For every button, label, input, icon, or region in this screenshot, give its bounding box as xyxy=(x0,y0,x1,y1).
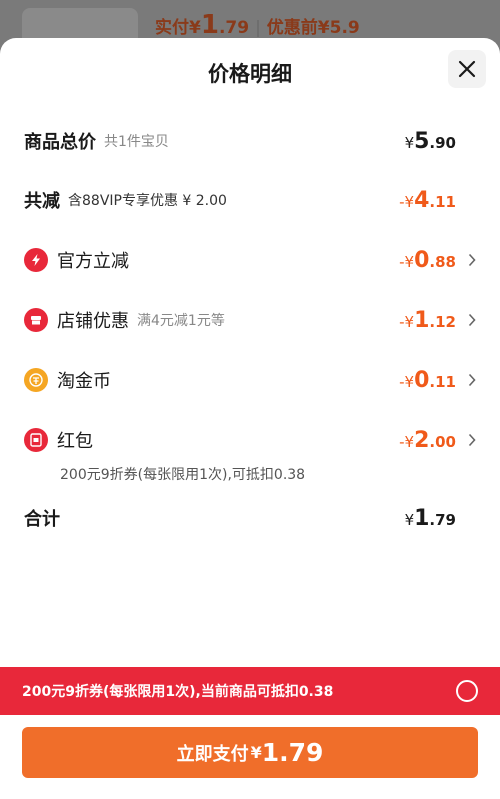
pay-now-button[interactable]: 立即支付 ¥ 1.79 xyxy=(22,727,478,778)
currency-symbol: -¥ xyxy=(399,252,415,271)
sum-row: 合计 ¥1.79 xyxy=(24,503,476,533)
store-icon xyxy=(24,308,48,332)
official-discount-amount: -¥ 0.88 xyxy=(399,248,456,273)
amount-decimal: .00 xyxy=(429,432,456,451)
amount-integer: 1 xyxy=(414,307,430,333)
currency-symbol: -¥ xyxy=(399,432,415,451)
official-discount-row[interactable]: 官方立减 -¥ 0.88 xyxy=(24,245,476,275)
taojinbi-label: 淘金币 xyxy=(57,371,111,392)
amount-decimal: .90 xyxy=(429,133,456,152)
price-detail-sheet: 价格明细 商品总价 共1件宝贝 ¥5.90 共减 含88VIP专享优惠 ¥ 2.… xyxy=(0,38,500,799)
coupon-bar[interactable]: 200元9折券(每张限用1次),当前商品可抵扣0.38 xyxy=(0,667,500,715)
store-discount-amount: -¥ 1.12 xyxy=(399,308,456,333)
store-discount-label: 店铺优惠 xyxy=(57,311,129,332)
coin-icon xyxy=(24,368,48,392)
official-discount-label: 官方立减 xyxy=(57,251,129,272)
sheet-title: 价格明细 xyxy=(208,62,292,86)
before-discount-label: 优惠前 xyxy=(266,18,318,38)
currency-symbol: -¥ xyxy=(399,192,415,211)
currency-symbol: ¥ xyxy=(404,510,415,529)
currency-symbol: ¥ xyxy=(250,743,262,762)
chevron-right-icon xyxy=(458,433,476,447)
chevron-right-icon xyxy=(458,253,476,267)
lightning-icon xyxy=(24,248,48,272)
paid-integer: 1 xyxy=(200,10,219,40)
amount-decimal: .11 xyxy=(429,372,456,391)
vip-discount-note: 含88VIP专享优惠 ¥ 2.00 xyxy=(68,193,227,209)
paid-decimal: .79 xyxy=(218,18,250,38)
amount-integer: 5 xyxy=(414,128,430,154)
amount-integer: 1 xyxy=(414,505,430,531)
total-price-label: 商品总价 xyxy=(24,132,96,153)
sum-amount: ¥1.79 xyxy=(405,506,456,531)
coupon-radio[interactable] xyxy=(456,680,478,702)
price-summary: 实付¥1.79 | 优惠前¥5.9 xyxy=(155,10,360,40)
amount-integer: 0 xyxy=(414,247,430,273)
total-reduction-row: 共减 含88VIP专享优惠 ¥ 2.00 -¥ 4.11 xyxy=(24,185,476,215)
pay-amount: 1.79 xyxy=(261,738,324,767)
summary-separator: | xyxy=(255,18,261,38)
chevron-right-icon xyxy=(458,373,476,387)
total-price-amount: ¥5.90 xyxy=(405,129,456,154)
currency-symbol: ¥ xyxy=(404,133,415,152)
amount-decimal: .79 xyxy=(429,510,456,529)
before-discount-value: ¥5.9 xyxy=(317,18,360,38)
close-icon xyxy=(458,60,476,78)
pay-now-label: 立即支付 xyxy=(176,743,249,765)
amount-integer: 0 xyxy=(414,367,430,393)
currency-symbol: -¥ xyxy=(399,312,415,331)
store-discount-row[interactable]: 店铺优惠 满4元减1元等 -¥ 1.12 xyxy=(24,305,476,335)
taojinbi-row[interactable]: 淘金币 -¥ 0.11 xyxy=(24,365,476,395)
total-price-row: 商品总价 共1件宝贝 ¥5.90 xyxy=(24,126,476,156)
paid-label: 实付 xyxy=(155,18,189,38)
amount-integer: 2 xyxy=(414,427,430,453)
red-packet-label: 红包 xyxy=(57,431,93,452)
amount-decimal: .12 xyxy=(429,312,456,331)
red-packet-icon xyxy=(24,428,48,452)
taojinbi-amount: -¥ 0.11 xyxy=(399,368,456,393)
red-packet-row[interactable]: 红包 -¥ 2.00 xyxy=(24,425,476,455)
close-button[interactable] xyxy=(448,50,486,88)
total-reduction-amount: -¥ 4.11 xyxy=(399,188,456,213)
red-packet-amount: -¥ 2.00 xyxy=(399,428,456,453)
coupon-text: 200元9折券(每张限用1次),当前商品可抵扣0.38 xyxy=(22,684,334,700)
sum-label: 合计 xyxy=(24,509,60,530)
store-discount-rule: 满4元减1元等 xyxy=(137,313,225,329)
currency-symbol: -¥ xyxy=(399,372,415,391)
amount-integer: 4 xyxy=(414,187,430,213)
paid-symbol: ¥ xyxy=(189,18,201,38)
total-reduction-label: 共减 xyxy=(24,191,60,212)
red-packet-note: 200元9折券(每张限用1次),可抵扣0.38 xyxy=(60,467,306,483)
amount-decimal: .11 xyxy=(429,192,456,211)
item-count: 共1件宝贝 xyxy=(104,134,169,150)
amount-decimal: .88 xyxy=(429,252,456,271)
chevron-right-icon xyxy=(458,313,476,327)
